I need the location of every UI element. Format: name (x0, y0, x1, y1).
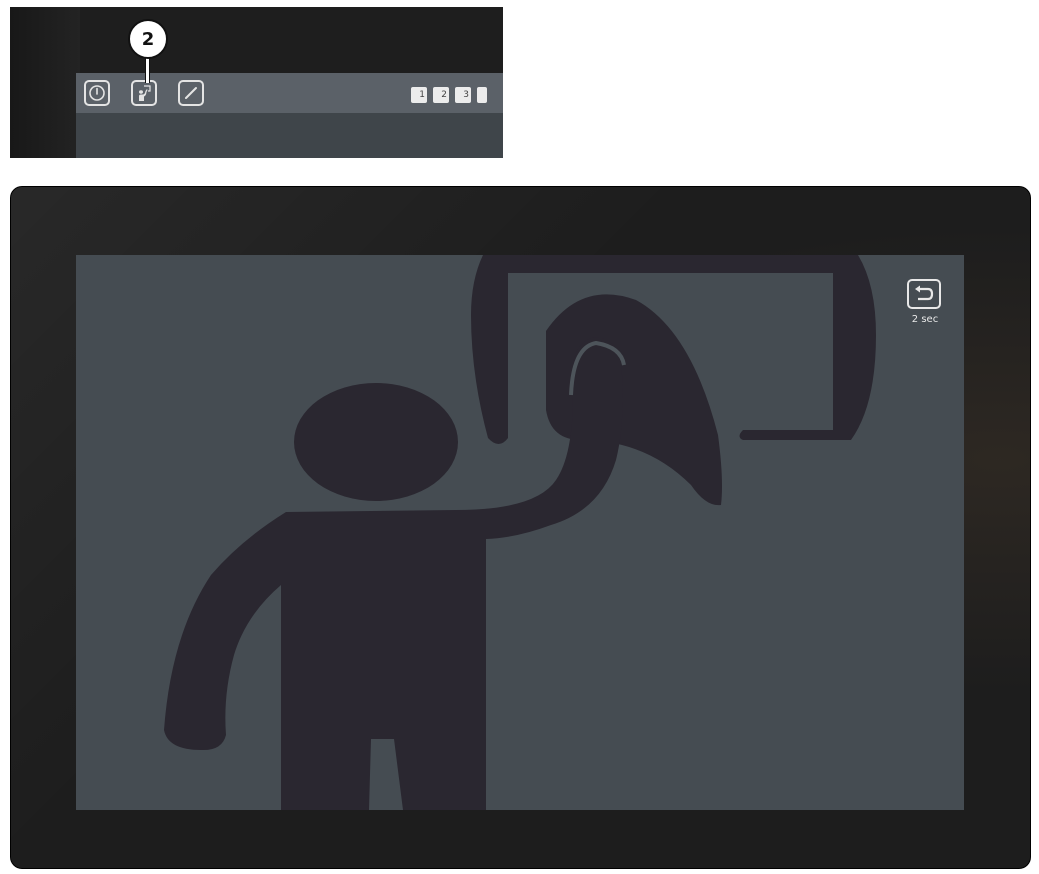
screen-cleaning-person-icon (164, 255, 876, 810)
display-device: 2 sec (10, 186, 1031, 869)
screen: 2 sec (76, 255, 964, 810)
pen-button[interactable] (178, 80, 204, 106)
callout-marker: 2 (128, 19, 168, 59)
person-wiping-icon (139, 85, 151, 101)
toolbar-detail-inset: 1 2 3 (10, 7, 503, 158)
return-arrow-icon (915, 285, 934, 301)
inset-bezel (10, 7, 80, 158)
page-tab-2[interactable]: 2 (433, 87, 449, 103)
countdown-label: 2 sec (911, 314, 939, 325)
page-tab-4[interactable] (477, 87, 487, 103)
page-tab-3[interactable]: 3 (455, 87, 471, 103)
toolbar: 1 2 3 (76, 73, 503, 113)
page-tab-1[interactable]: 1 (411, 87, 427, 103)
head-shape (294, 383, 458, 501)
power-button[interactable] (84, 80, 110, 106)
callout-leader-line (145, 58, 150, 83)
screen-clean-button[interactable] (131, 80, 157, 106)
exit-cleaning-button[interactable] (907, 279, 941, 309)
pen-icon (185, 87, 197, 99)
power-icon (89, 85, 105, 101)
